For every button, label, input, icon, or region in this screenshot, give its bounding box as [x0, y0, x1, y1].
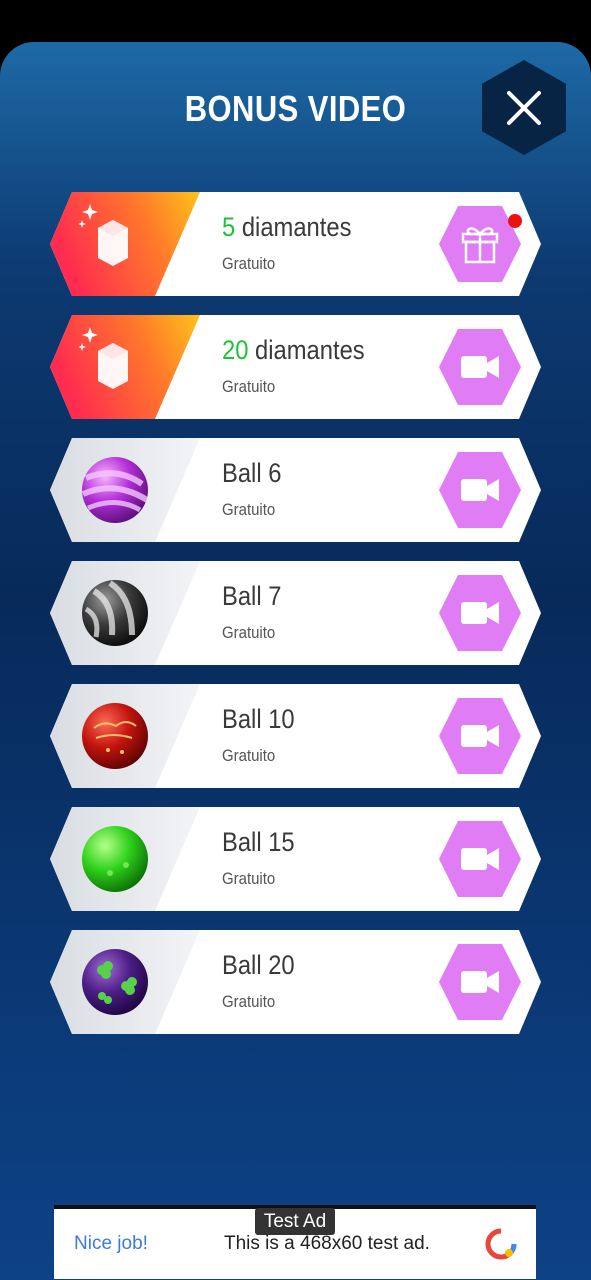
reward-row-ball-20[interactable]: Ball 20 Gratuito [50, 930, 541, 1034]
reward-subtitle: Gratuito [222, 377, 276, 396]
reward-label: Ball 20 [222, 950, 295, 980]
reward-row-ball-15[interactable]: Ball 15 Gratuito [50, 807, 541, 911]
watch-video-button[interactable] [437, 450, 523, 530]
reward-row-ball-10[interactable]: Ball 10 Gratuito [50, 684, 541, 788]
reward-label: Ball 7 [222, 581, 282, 611]
test-ad-label: Test Ad [255, 1208, 335, 1235]
reward-subtitle: Gratuito [222, 869, 276, 888]
purple-clover-ball-icon [82, 949, 148, 1015]
reward-subtitle: Gratuito [222, 992, 276, 1011]
watch-video-button[interactable] [437, 327, 523, 407]
reward-row-20-diamonds[interactable]: 20 diamantes Gratuito [50, 315, 541, 419]
purple-striped-ball-icon [81, 457, 149, 523]
watch-video-button[interactable] [437, 942, 523, 1022]
diamond-icon [78, 204, 128, 266]
red-christmas-ball-icon [82, 703, 148, 769]
close-button[interactable] [482, 60, 566, 155]
ad-nice-text: Nice job! [74, 1233, 148, 1254]
watch-video-button[interactable] [437, 819, 523, 899]
reward-label: Ball 10 [222, 704, 295, 734]
watch-video-button[interactable] [437, 696, 523, 776]
reward-subtitle: Gratuito [222, 500, 276, 519]
black-striped-ball-icon [82, 580, 148, 646]
close-icon [482, 60, 566, 155]
reward-label: Ball 15 [222, 827, 295, 857]
reward-label: 5 diamantes [222, 212, 352, 242]
reward-subtitle: Gratuito [222, 746, 276, 765]
reward-label: Ball 6 [222, 458, 282, 488]
ad-description: This is a 468x60 test ad. [224, 1233, 430, 1254]
reward-subtitle: Gratuito [222, 623, 276, 642]
reward-row-ball-6[interactable]: Ball 6 Gratuito [50, 438, 541, 542]
notification-dot [508, 214, 522, 228]
reward-subtitle: Gratuito [222, 254, 276, 273]
page-title: BONUS VIDEO [184, 88, 407, 129]
green-ball-icon [82, 826, 148, 892]
watch-video-button[interactable] [437, 573, 523, 653]
reward-row-5-diamonds[interactable]: 5 diamantes Gratuito [50, 192, 541, 296]
ad-logo-icon [485, 1228, 517, 1260]
diamond-icon [78, 327, 128, 389]
reward-row-ball-7[interactable]: Ball 7 Gratuito [50, 561, 541, 665]
reward-label: 20 diamantes [222, 335, 365, 365]
